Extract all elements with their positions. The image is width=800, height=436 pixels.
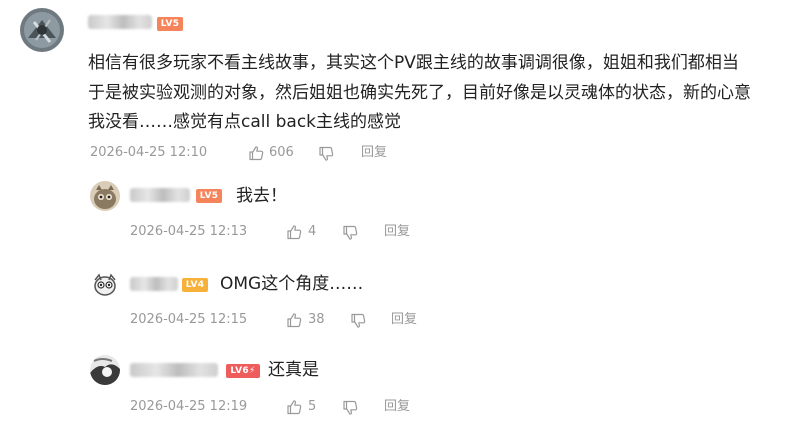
reply-2-avatar[interactable] (90, 269, 120, 299)
thumbs-up-icon[interactable] (286, 224, 302, 240)
thumbs-down-icon[interactable] (350, 313, 366, 329)
main-comment-level-badge: LV5 (157, 17, 183, 31)
reply-3-username[interactable] (130, 363, 218, 377)
reply-2-level-badge: LV4 (182, 278, 208, 292)
reply-1-timestamp: 2026-04-25 12:13 (130, 224, 248, 239)
reply-3-like-count: 5 (308, 399, 317, 414)
reply-3-text: 还真是 (268, 360, 319, 380)
reply-1-like-count: 4 (308, 224, 317, 239)
main-comment-text-line-3: 我没看……感觉有点call back主线的感觉 (88, 112, 402, 132)
main-comment-username[interactable] (88, 15, 152, 29)
thumbs-down-icon[interactable] (318, 146, 334, 162)
reply-1-text: 我去！ (236, 186, 287, 206)
reply-3-reply-button[interactable]: 回复 (384, 399, 410, 415)
main-comment-text-line-2: 于是被实验观测的对象，然后姐姐也确实先死了，目前好像是以灵魂体的状态，新的心意 (88, 83, 751, 103)
reply-2-text: OMG这个角度…… (220, 274, 364, 294)
reply-3-timestamp: 2026-04-25 12:19 (130, 399, 248, 414)
thumbs-up-icon[interactable] (286, 312, 302, 328)
thumbs-down-icon[interactable] (342, 225, 358, 241)
reply-1-level-badge: LV5 (196, 189, 222, 203)
main-comment-timestamp: 2026-04-25 12:10 (90, 145, 208, 160)
reply-2-reply-button[interactable]: 回复 (391, 312, 417, 328)
reply-1-username[interactable] (130, 188, 190, 202)
thumbs-up-icon[interactable] (286, 399, 302, 415)
reply-2-like-count: 38 (308, 312, 325, 327)
main-comment-avatar[interactable] (20, 8, 64, 52)
thumbs-down-icon[interactable] (342, 400, 358, 416)
reply-2-timestamp: 2026-04-25 12:15 (130, 312, 248, 327)
thumbs-up-icon[interactable] (248, 145, 264, 161)
reply-3-avatar[interactable] (90, 355, 120, 385)
main-comment-text-line-1: 相信有很多玩家不看主线故事，其实这个PV跟主线的故事调调很像，姐姐和我们都相当 (88, 53, 739, 73)
reply-3-level-badge: LV6⚡ (226, 364, 260, 378)
reply-1-reply-button[interactable]: 回复 (384, 224, 410, 240)
reply-1-avatar[interactable] (90, 181, 120, 211)
reply-2-username[interactable] (130, 277, 178, 291)
comment-thread: LV5 相信有很多玩家不看主线故事，其实这个PV跟主线的故事调调很像，姐姐和我们… (0, 0, 800, 436)
main-comment-like-count: 606 (269, 145, 294, 160)
main-comment-reply-button[interactable]: 回复 (361, 145, 387, 161)
